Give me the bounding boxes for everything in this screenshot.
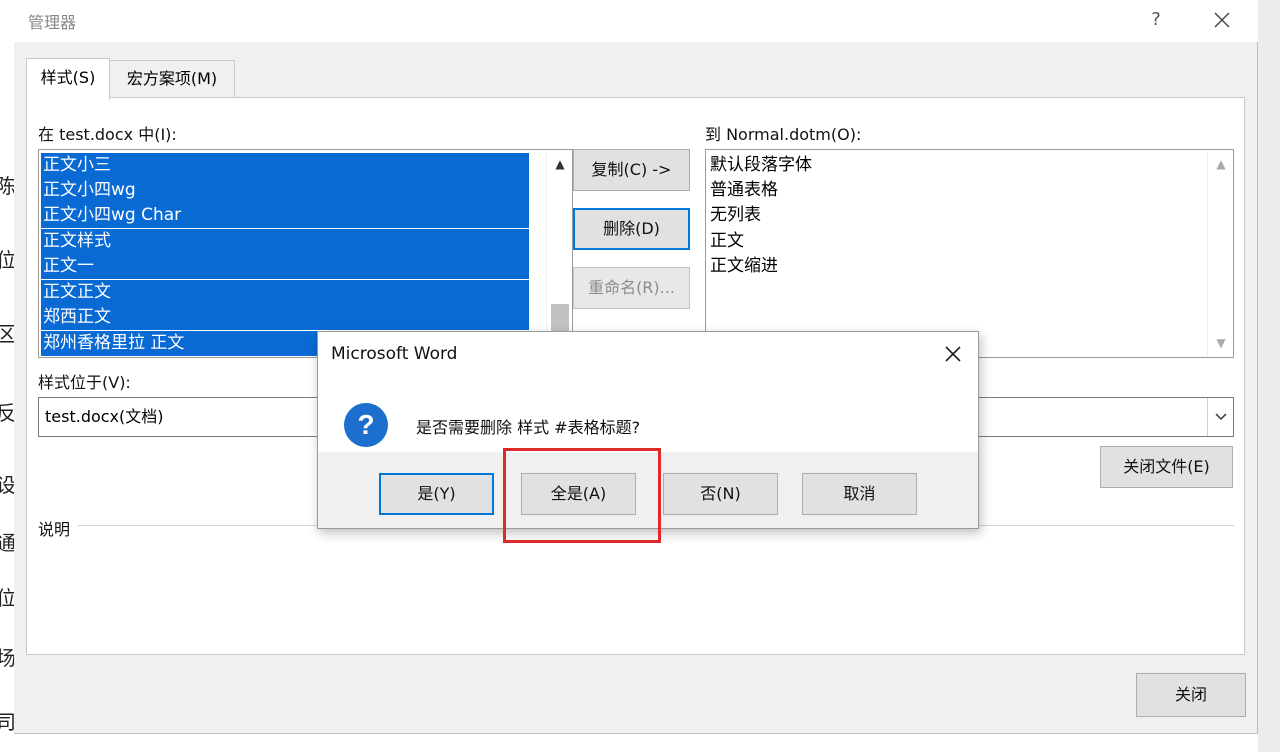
list-item[interactable]: 无列表 xyxy=(708,203,761,228)
window-close-button[interactable] xyxy=(1200,2,1244,38)
background-char: 位 xyxy=(0,248,14,272)
list-item[interactable]: 正文缩进 xyxy=(708,254,778,279)
left-style-list[interactable]: 正文小三 正文小四wg 正文小四wg Char 正文样式 正文一 正文正文 郑西… xyxy=(38,149,573,358)
location-label: 样式位于(V): xyxy=(38,373,131,392)
left-location-value: test.docx(文档) xyxy=(45,407,164,426)
dialog-message: 是否需要删除 样式 #表格标题? xyxy=(416,418,641,437)
list-item[interactable]: 正文小四wg Char xyxy=(41,203,529,228)
dialog-title: Microsoft Word xyxy=(331,344,458,364)
to-template-label: 到 Normal.dotm(O): xyxy=(705,125,862,144)
background-char: 位 xyxy=(0,586,14,610)
copy-button[interactable]: 复制(C) -> xyxy=(573,149,690,191)
background-right-edge xyxy=(1258,0,1280,752)
dialog-close-button[interactable] xyxy=(936,338,970,370)
description-label: 说明 xyxy=(38,520,71,539)
close-file-button[interactable]: 关闭文件(E) xyxy=(1100,446,1233,488)
list-item[interactable]: 正文小三 xyxy=(41,153,529,178)
highlight-annotation-box xyxy=(503,448,661,543)
list-item[interactable]: 普通表格 xyxy=(708,178,778,203)
close-icon xyxy=(1214,12,1230,28)
cancel-button[interactable]: 取消 xyxy=(802,473,917,515)
right-list-scrollbar[interactable]: ▲ ▼ xyxy=(1207,150,1233,357)
list-item[interactable]: 正文小四wg xyxy=(41,178,529,203)
dialog-titlebar: Microsoft Word xyxy=(318,332,978,376)
tab-macro-project-items[interactable]: 宏方案项(M) xyxy=(110,60,235,98)
close-icon xyxy=(945,346,961,362)
background-char: 反 xyxy=(0,401,14,425)
background-char: 司 xyxy=(0,710,14,734)
no-button[interactable]: 否(N) xyxy=(663,473,778,515)
rename-button[interactable]: 重命名(R)... xyxy=(573,267,690,309)
background-document-text: 陈 位 区 反 设 通 位 场 司 xyxy=(0,0,14,752)
window-title: 管理器 xyxy=(28,13,77,32)
scroll-down-icon[interactable]: ▼ xyxy=(1208,331,1233,355)
in-document-label: 在 test.docx 中(I): xyxy=(38,125,177,144)
organizer-titlebar: 管理器 ? xyxy=(14,0,1258,42)
background-char: 陈 xyxy=(0,174,14,198)
question-icon: ? xyxy=(344,403,388,447)
help-button[interactable]: ? xyxy=(1136,2,1176,38)
background-char: 设 xyxy=(0,473,14,497)
yes-button[interactable]: 是(Y) xyxy=(379,473,494,515)
list-item[interactable]: 正文正文 xyxy=(41,280,529,305)
scroll-up-icon[interactable]: ▲ xyxy=(547,152,572,176)
list-item[interactable]: 正文 xyxy=(708,229,744,254)
list-item[interactable]: 郑西正文 xyxy=(41,305,529,330)
right-style-list[interactable]: 默认段落字体 普通表格 无列表 正文 正文缩进 ▲ ▼ xyxy=(705,149,1234,358)
tab-styles[interactable]: 样式(S) xyxy=(26,58,110,100)
background-char: 区 xyxy=(0,322,14,346)
delete-button[interactable]: 删除(D) xyxy=(573,208,690,250)
scroll-up-icon[interactable]: ▲ xyxy=(1208,152,1233,176)
list-item[interactable]: 默认段落字体 xyxy=(708,153,812,178)
list-item[interactable]: 正文样式 xyxy=(41,229,529,254)
background-char: 通 xyxy=(0,531,14,555)
list-item[interactable]: 正文一 xyxy=(41,254,529,279)
left-list-scrollbar[interactable]: ▲ xyxy=(546,150,572,357)
close-button[interactable]: 关闭 xyxy=(1136,673,1246,717)
background-char: 场 xyxy=(0,646,14,670)
chevron-down-icon[interactable] xyxy=(1207,398,1233,436)
